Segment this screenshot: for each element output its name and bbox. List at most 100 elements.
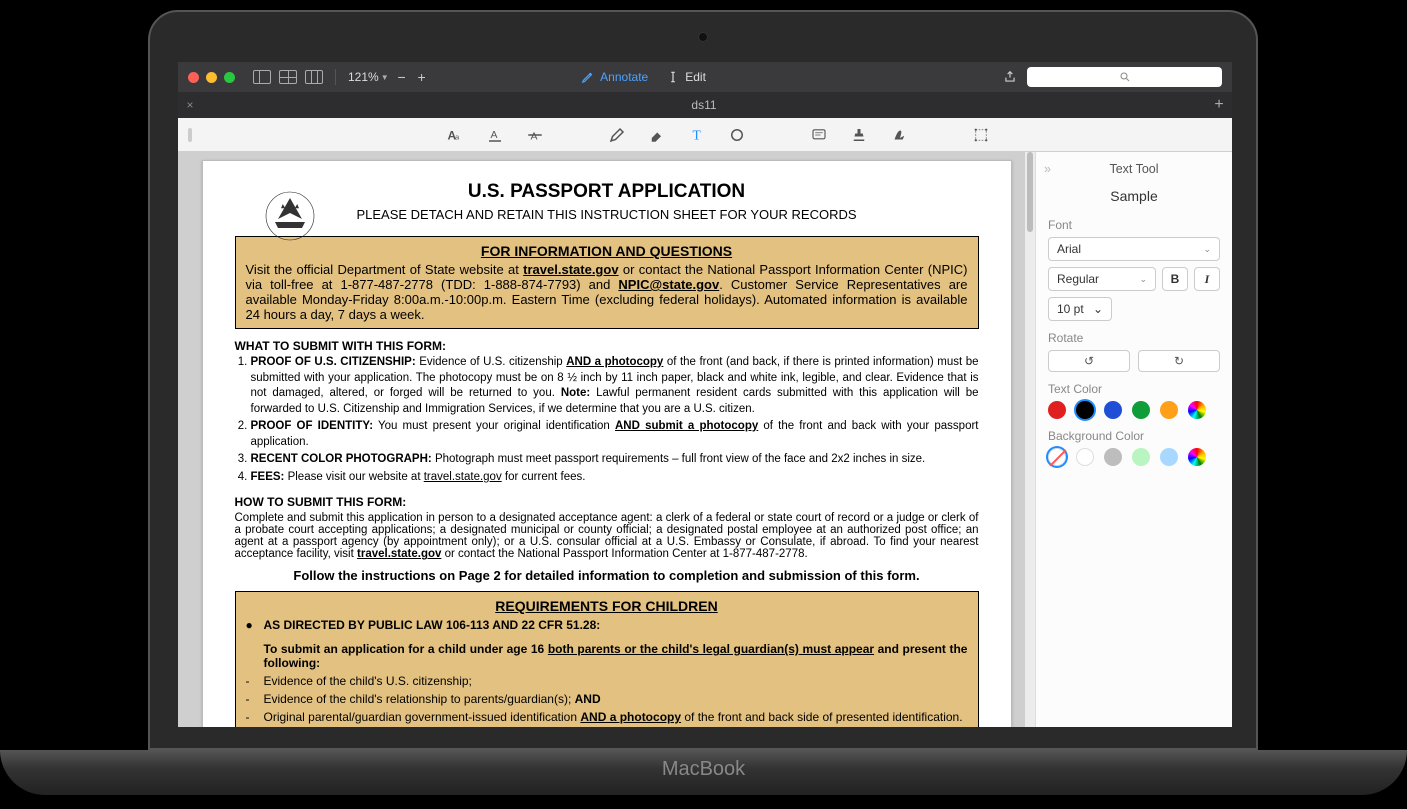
collapse-inspector-icon[interactable]: » — [1044, 162, 1051, 176]
macbook-frame: 121% ▼ − + Annotate Edit — [148, 10, 1258, 750]
tab-title[interactable]: ds11 — [202, 98, 1206, 112]
text-tool-icon[interactable]: T — [688, 126, 706, 144]
how-to-submit-heading: HOW TO SUBMIT THIS FORM: — [235, 495, 979, 509]
font-label: Font — [1048, 218, 1232, 232]
what-to-submit-heading: WHAT TO SUBMIT WITH THIS FORM: — [235, 339, 979, 353]
color-swatch[interactable] — [1076, 401, 1094, 419]
zoom-in-button[interactable]: + — [415, 70, 429, 84]
zoom-controls: 121% ▼ − + — [348, 70, 429, 84]
note-tool-icon[interactable] — [810, 126, 828, 144]
bold-button[interactable]: B — [1162, 267, 1188, 291]
color-swatch[interactable] — [1104, 401, 1122, 419]
info-box: FOR INFORMATION AND QUESTIONS Visit the … — [235, 236, 979, 329]
stamp-tool-icon[interactable] — [850, 126, 868, 144]
crop-tool-icon[interactable] — [972, 126, 990, 144]
chevron-down-icon: ⌄ — [1093, 302, 1103, 316]
vertical-scrollbar[interactable] — [1025, 152, 1035, 727]
signature-tool-icon[interactable] — [890, 126, 908, 144]
pencil-tool-icon[interactable] — [608, 126, 626, 144]
svg-text:a: a — [455, 132, 460, 141]
minimize-window-button[interactable] — [206, 72, 217, 83]
zoom-select[interactable]: 121% ▼ — [348, 70, 389, 84]
document-viewport[interactable]: U.S. PASSPORT APPLICATION PLEASE DETACH … — [178, 152, 1035, 727]
sample-preview: Sample — [1048, 188, 1220, 204]
info-heading: FOR INFORMATION AND QUESTIONS — [246, 243, 968, 259]
annotation-toolbar: Aa A A T — [178, 118, 1232, 152]
color-swatch[interactable] — [1132, 401, 1150, 419]
annotate-label: Annotate — [600, 70, 648, 84]
italic-button[interactable]: I — [1194, 267, 1220, 291]
color-swatch[interactable] — [1048, 401, 1066, 419]
how-to-submit-body: Complete and submit this application in … — [235, 512, 979, 560]
main-area: U.S. PASSPORT APPLICATION PLEASE DETACH … — [178, 152, 1232, 727]
fullscreen-window-button[interactable] — [224, 72, 235, 83]
bg-color-label: Background Color — [1048, 429, 1232, 443]
pencil-icon — [581, 70, 595, 84]
requirements-list: PROOF OF U.S. CITIZENSHIP: Evidence of U… — [235, 355, 979, 485]
macbook-label: MacBook — [662, 758, 745, 781]
edit-label: Edit — [685, 70, 706, 84]
text-style-icon[interactable]: Aa — [446, 126, 464, 144]
text-color-label: Text Color — [1048, 382, 1232, 396]
color-swatch[interactable] — [1132, 448, 1150, 466]
color-swatch[interactable] — [1188, 448, 1206, 466]
color-swatch[interactable] — [1160, 401, 1178, 419]
edit-mode-button[interactable]: Edit — [666, 70, 706, 84]
children-requirements-box: REQUIREMENTS FOR CHILDREN ●AS DIRECTED B… — [235, 591, 979, 727]
shape-tool-icon[interactable] — [728, 126, 746, 144]
info-body: Visit the official Department of State w… — [246, 262, 968, 322]
tab-close-button[interactable]: × — [178, 98, 202, 112]
list-item: RECENT COLOR PHOTOGRAPH: Photograph must… — [251, 452, 979, 468]
tab-bar: × ds11 + — [178, 92, 1232, 118]
svg-text:A: A — [531, 130, 538, 142]
thumbnail-view-icon[interactable] — [279, 70, 297, 84]
list-item: PROOF OF IDENTITY: You must present your… — [251, 419, 979, 450]
contact-sheet-icon[interactable] — [305, 70, 323, 84]
svg-text:T: T — [693, 127, 702, 142]
color-swatch[interactable] — [1160, 448, 1178, 466]
color-swatch[interactable] — [1188, 401, 1206, 419]
pdf-page: U.S. PASSPORT APPLICATION PLEASE DETACH … — [202, 160, 1012, 727]
bg-color-swatches — [1048, 448, 1220, 466]
inspector-title: Text Tool — [1109, 162, 1158, 176]
chevron-down-icon: ⌄ — [1203, 244, 1211, 255]
window-controls — [188, 72, 235, 83]
font-size-select[interactable]: 10 pt ⌄ — [1048, 297, 1112, 321]
grip-icon[interactable] — [188, 128, 192, 142]
new-tab-button[interactable]: + — [1206, 92, 1232, 118]
color-swatch[interactable] — [1076, 448, 1094, 466]
text-cursor-icon — [666, 70, 680, 84]
color-swatch[interactable] — [1104, 448, 1122, 466]
inspector-panel: » Text Tool Sample Font Arial ⌄ Regular … — [1035, 152, 1232, 727]
zoom-value: 121% — [348, 70, 379, 84]
us-seal-icon — [255, 181, 325, 251]
sidebar-toggle-icon[interactable] — [253, 70, 271, 84]
rotate-ccw-button[interactable]: ↺ — [1048, 350, 1130, 372]
follow-instructions-note: Follow the instructions on Page 2 for de… — [235, 568, 979, 583]
titlebar: 121% ▼ − + Annotate Edit — [178, 62, 1232, 92]
document-subtitle: PLEASE DETACH AND RETAIN THIS INSTRUCTIO… — [235, 207, 979, 222]
rotate-cw-button[interactable]: ↻ — [1138, 350, 1220, 372]
mode-switcher: Annotate Edit — [581, 70, 706, 84]
share-icon[interactable] — [1003, 69, 1017, 85]
search-input[interactable] — [1027, 67, 1222, 87]
chevron-down-icon: ⌄ — [1139, 274, 1147, 285]
app-window: 121% ▼ − + Annotate Edit — [178, 62, 1232, 727]
chevron-down-icon: ▼ — [381, 73, 389, 82]
rotate-label: Rotate — [1048, 331, 1232, 345]
camera-icon — [698, 32, 708, 42]
color-swatch[interactable] — [1048, 448, 1066, 466]
list-item: PROOF OF U.S. CITIZENSHIP: Evidence of U… — [251, 355, 979, 417]
list-item: FEES: Please visit our website at travel… — [251, 470, 979, 486]
font-style-select[interactable]: Regular ⌄ — [1048, 267, 1156, 291]
underline-icon[interactable]: A — [486, 126, 504, 144]
font-family-select[interactable]: Arial ⌄ — [1048, 237, 1220, 261]
zoom-out-button[interactable]: − — [395, 70, 409, 84]
separator — [335, 69, 336, 85]
strikethrough-icon[interactable]: A — [526, 126, 544, 144]
eraser-tool-icon[interactable] — [648, 126, 666, 144]
annotate-mode-button[interactable]: Annotate — [581, 70, 648, 84]
close-window-button[interactable] — [188, 72, 199, 83]
children-heading: REQUIREMENTS FOR CHILDREN — [246, 598, 968, 614]
svg-text:A: A — [491, 129, 498, 141]
